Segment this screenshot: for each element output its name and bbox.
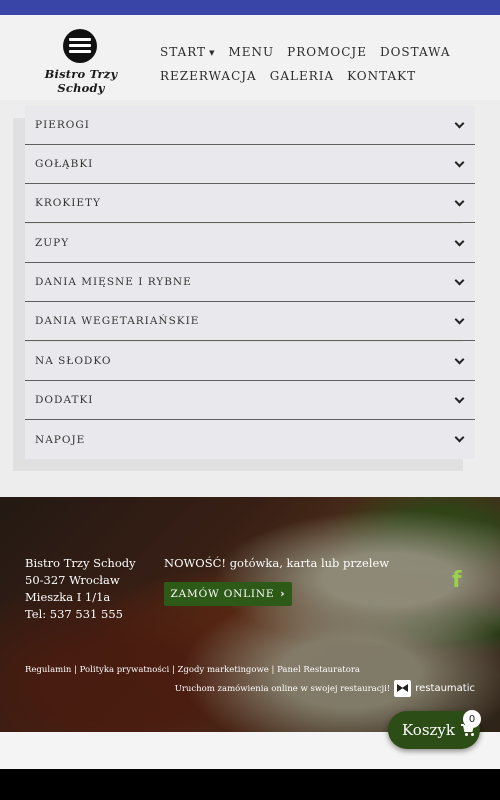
- nav-item-dostawa[interactable]: DOSTAWA: [380, 45, 451, 59]
- main-nav: START ▼ MENU PROMOCJE DOSTAWA REZERWACJA …: [160, 40, 480, 88]
- link-panel-restauratora[interactable]: Panel Restauratora: [277, 665, 360, 675]
- category-label: KROKIETY: [35, 197, 101, 209]
- category-label: ZUPY: [35, 237, 70, 249]
- cart-count-badge: 0: [463, 710, 481, 728]
- category-label: NAPOJE: [35, 433, 86, 446]
- nav-item-start[interactable]: START ▼: [160, 45, 215, 59]
- category-dania-wegetarianskie[interactable]: DANIA WEGETARIAŃSKIE: [25, 302, 475, 341]
- address-phone[interactable]: Tel: 537 531 555: [25, 606, 136, 623]
- category-na-slodko[interactable]: NA SŁODKO: [25, 342, 475, 381]
- category-label: PIEROGI: [35, 119, 90, 131]
- category-napoje[interactable]: NAPOJE: [25, 420, 475, 459]
- logo[interactable]: Bistro Trzy Schody: [25, 29, 137, 95]
- nav-row-2: REZERWACJA GALERIA KONTAKT: [160, 64, 480, 88]
- address-line: 50-327 Wrocław: [25, 573, 120, 587]
- bottom-black-bar: [0, 769, 500, 800]
- chevron-right-icon: ›: [280, 588, 286, 600]
- footer-address: Bistro Trzy Schody 50-327 Wrocław Mieszk…: [25, 555, 136, 623]
- chevron-down-icon: [454, 432, 465, 443]
- nav-row-1: START ▼ MENU PROMOCJE DOSTAWA: [160, 40, 480, 64]
- category-zupy[interactable]: ZUPY: [25, 224, 475, 263]
- link-regulamin[interactable]: Regulamin: [25, 665, 71, 675]
- logo-emblem-icon: [63, 29, 97, 63]
- link-polityka-prywatnosci[interactable]: Polityka prywatności: [80, 665, 170, 675]
- category-pierogi[interactable]: PIEROGI: [25, 106, 475, 145]
- nav-item-promocje[interactable]: PROMOCJE: [287, 45, 367, 59]
- caret-down-icon: ▼: [209, 48, 216, 57]
- category-dania-miesne[interactable]: DANIA MIĘSNE I RYBNE: [25, 263, 475, 302]
- restaumatic-logo-icon: [394, 680, 412, 697]
- top-color-bar: [0, 0, 500, 15]
- category-dodatki[interactable]: DODATKI: [25, 381, 475, 420]
- category-golabki[interactable]: GOŁĄBKI: [25, 145, 475, 184]
- chevron-down-icon: [454, 393, 465, 404]
- logo-text: Bistro Trzy Schody: [44, 67, 118, 95]
- category-label: DANIA WEGETARIAŃSKIE: [35, 315, 200, 327]
- nav-label: START: [160, 45, 207, 59]
- cart-label: Koszyk: [402, 721, 455, 739]
- order-online-label: ZAMÓW ONLINE: [170, 588, 275, 600]
- nav-item-rezerwacja[interactable]: REZERWACJA: [160, 69, 257, 83]
- footer-news: NOWOŚĆ! gotówka, karta lub przelew: [164, 556, 390, 570]
- category-label: DANIA MIĘSNE I RYBNE: [35, 276, 192, 288]
- facebook-icon[interactable]: f: [452, 569, 466, 593]
- chevron-down-icon: [454, 157, 465, 168]
- category-label: GOŁĄBKI: [35, 158, 94, 170]
- chevron-down-icon: [454, 314, 465, 325]
- chevron-down-icon: [454, 354, 465, 365]
- chevron-down-icon: [454, 275, 465, 286]
- category-label: NA SŁODKO: [35, 355, 112, 367]
- site-footer: Bistro Trzy Schody 50-327 Wrocław Mieszk…: [0, 497, 500, 732]
- powered-text: Uruchom zamówienia online w swojej resta…: [174, 683, 391, 694]
- address-line: Bistro Trzy Schody: [25, 556, 136, 570]
- address-line: Mieszka I 1/1a: [25, 590, 111, 604]
- powered-by[interactable]: Uruchom zamówienia online w swojej resta…: [175, 680, 475, 697]
- category-krokiety[interactable]: KROKIETY: [25, 184, 475, 223]
- chevron-down-icon: [454, 118, 465, 129]
- chevron-down-icon: [454, 196, 465, 207]
- link-zgody-marketingowe[interactable]: Zgody marketingowe: [178, 665, 269, 675]
- restaumatic-name: restaumatic: [415, 683, 475, 694]
- category-label: DODATKI: [35, 394, 94, 406]
- nav-item-galeria[interactable]: GALERIA: [270, 69, 334, 83]
- chevron-down-icon: [454, 236, 465, 247]
- site-header: Bistro Trzy Schody START ▼ MENU PROMOCJE …: [0, 15, 500, 100]
- order-online-button[interactable]: ZAMÓW ONLINE ›: [164, 582, 292, 606]
- nav-item-kontakt[interactable]: KONTAKT: [347, 69, 416, 83]
- nav-item-menu[interactable]: MENU: [228, 45, 274, 59]
- footer-links: Regulamin | Polityka prywatności | Zgody…: [25, 665, 360, 675]
